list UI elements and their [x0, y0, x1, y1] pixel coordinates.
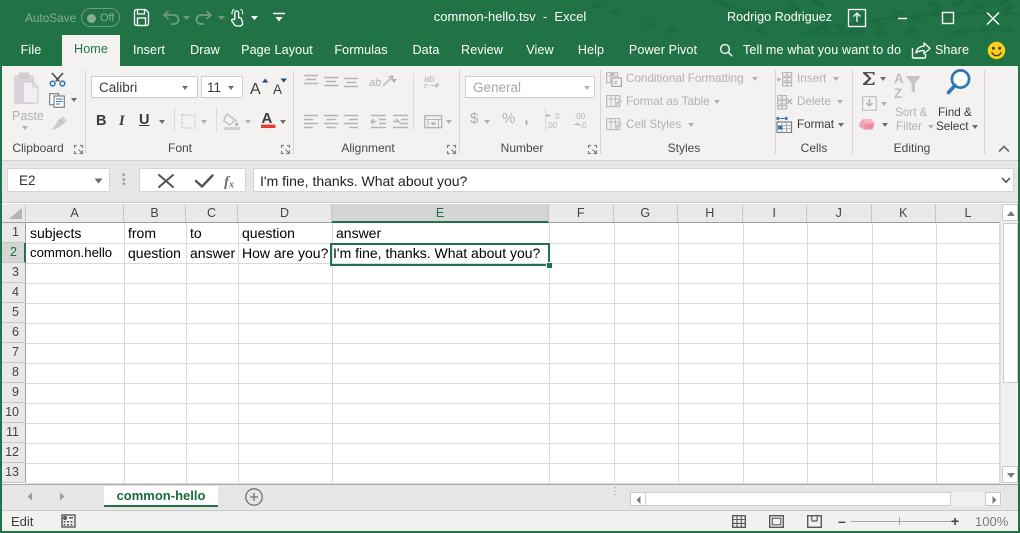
svg-text:.00: .00: [574, 112, 586, 121]
svg-text:.0: .0: [553, 112, 560, 121]
svg-text:A: A: [894, 71, 904, 86]
svg-text:≠: ≠: [614, 78, 618, 87]
svg-text:.00: .00: [546, 121, 558, 129]
svg-text:fx: fx: [224, 175, 234, 190]
svg-text:Z: Z: [894, 86, 902, 101]
svg-text:c: c: [424, 81, 429, 88]
svg-text:.0: .0: [580, 121, 587, 129]
svg-text:ab: ab: [369, 77, 381, 88]
svg-text:A: A: [273, 82, 282, 97]
svg-text:A: A: [262, 110, 273, 127]
svg-text:A: A: [250, 81, 261, 98]
